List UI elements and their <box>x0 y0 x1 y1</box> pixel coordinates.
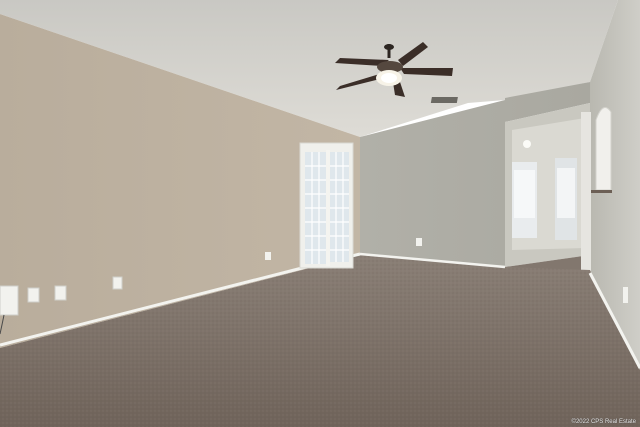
hallway <box>505 103 590 270</box>
french-door[interactable] <box>299 142 354 269</box>
air-vent <box>430 97 458 103</box>
watermark: ©2022 CPS Real Estate <box>571 419 636 425</box>
room-photo <box>0 0 640 427</box>
